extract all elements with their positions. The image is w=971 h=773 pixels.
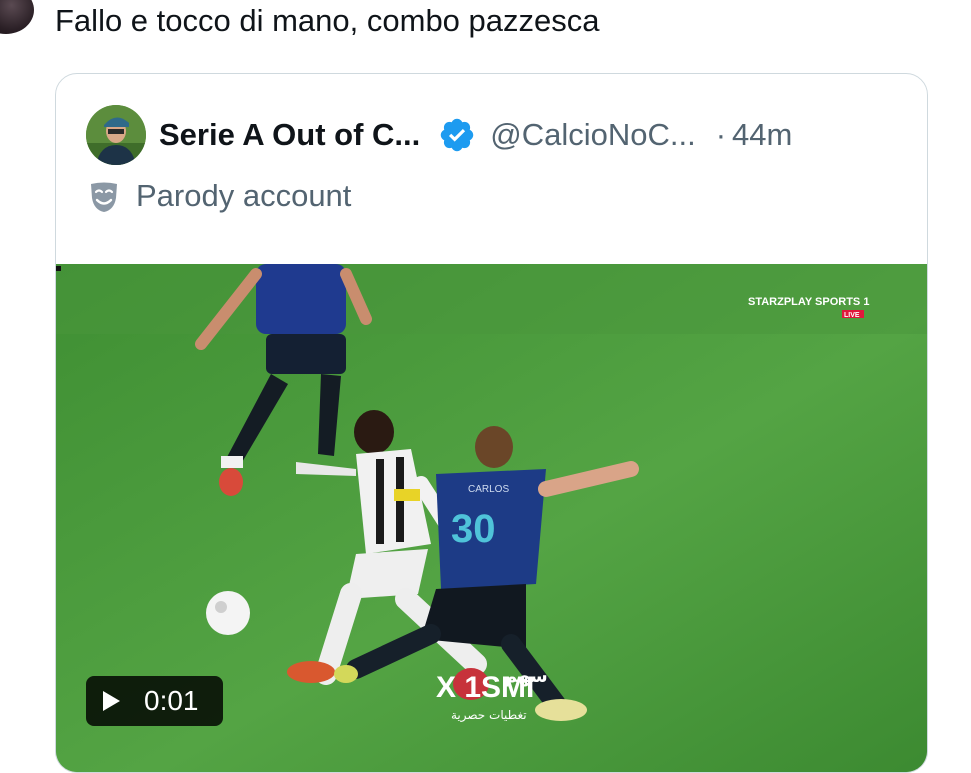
quoted-display-name[interactable]: Serie A Out of C... [159,117,420,153]
parody-label-row: Parody account [86,178,351,214]
play-icon [103,691,120,711]
quoted-tweet-card[interactable]: Serie A Out of C... @CalcioNoC... · 44m … [55,73,928,773]
play-button[interactable]: 0:01 [86,676,223,726]
parody-account-label: Parody account [136,178,352,213]
broadcaster-live: LIVE [844,312,860,319]
quoted-handle[interactable]: @CalcioNoC... [490,117,695,153]
tweet-text: Fallo e tocco di mano, combo pazzesca [55,3,600,38]
video-duration: 0:01 [144,685,199,716]
quoted-tweet-header: Serie A Out of C... @CalcioNoC... · 44m [86,105,792,165]
author-avatar[interactable] [0,0,34,34]
video-player[interactable]: 30 CARLOS STARZPLAY SPORTS 1 LIVE X 1SMI… [56,264,927,772]
broadcaster-logo: STARZPLAY SPORTS 1 [748,296,869,308]
theater-mask-icon [91,182,117,212]
meta-separator: · [715,117,727,152]
football [206,591,250,635]
watermark-arabic-sub: تغطيات حصرية [451,708,527,723]
player-name: CARLOS [468,484,509,495]
watermark-arabic-title: سهم [504,666,548,687]
post-time[interactable]: 44m [732,117,792,153]
verified-badge-icon [441,118,474,152]
player-number: 30 [451,507,496,551]
quoted-author-avatar[interactable] [86,105,146,165]
